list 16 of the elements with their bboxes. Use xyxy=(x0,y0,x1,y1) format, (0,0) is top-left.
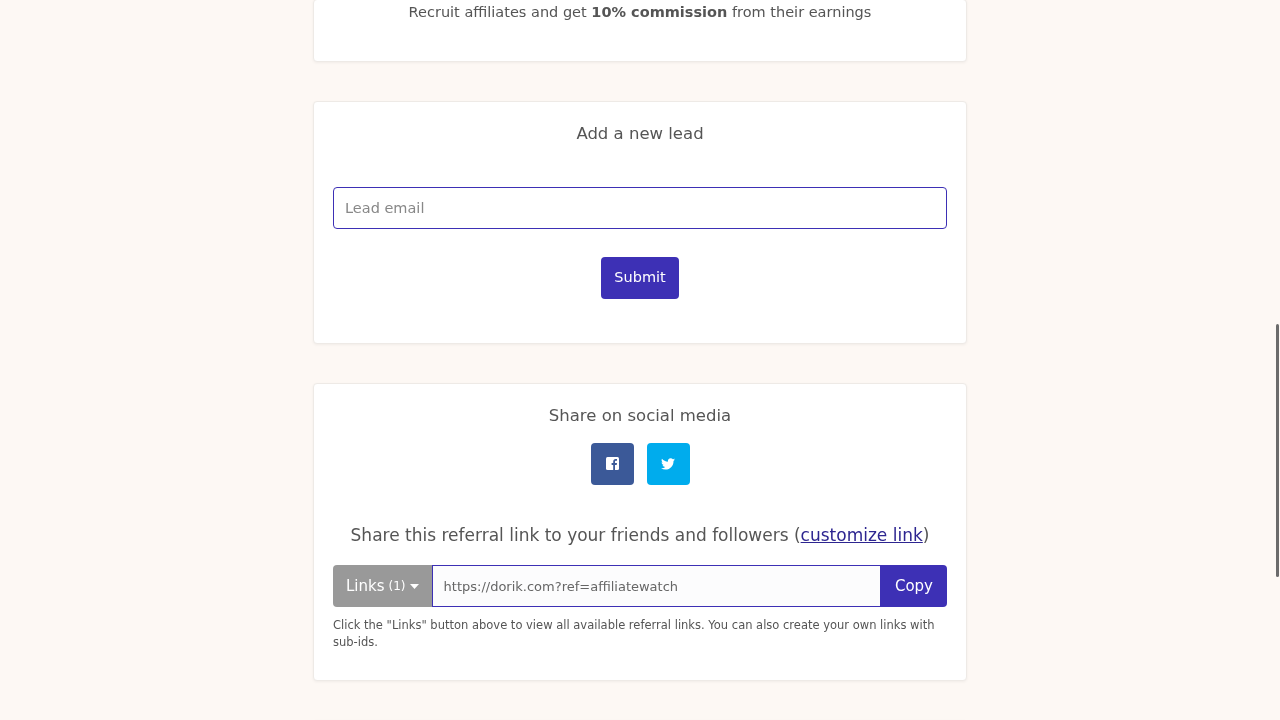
submit-button[interactable]: Submit xyxy=(601,256,679,299)
facebook-icon xyxy=(605,457,619,471)
url-field[interactable]: https://dorik.com?ref=affiliatewatch xyxy=(431,565,881,608)
customize-link[interactable]: customize link xyxy=(800,524,923,545)
scrollbar-thumb[interactable] xyxy=(1276,324,1279,577)
help-text: Click the "Links" button above to view all available referral links. You can also create your own links with sub-ids. xyxy=(333,617,936,652)
facebook-button[interactable] xyxy=(590,442,634,485)
referral-sentence: Share this referral link to your friends and followers (customize link) xyxy=(350,523,930,547)
bird-icon xyxy=(661,457,675,470)
caret-icon xyxy=(409,583,419,589)
email-field[interactable]: Lead email xyxy=(333,186,947,229)
intro-text: Recruit affiliates and get 10% commission from their earnings xyxy=(408,3,872,22)
twitter-button[interactable] xyxy=(646,442,690,485)
section-title: Add a new lead xyxy=(576,123,704,145)
copy-button[interactable]: Copy xyxy=(880,565,947,608)
section-title: Share on social media xyxy=(548,405,732,427)
